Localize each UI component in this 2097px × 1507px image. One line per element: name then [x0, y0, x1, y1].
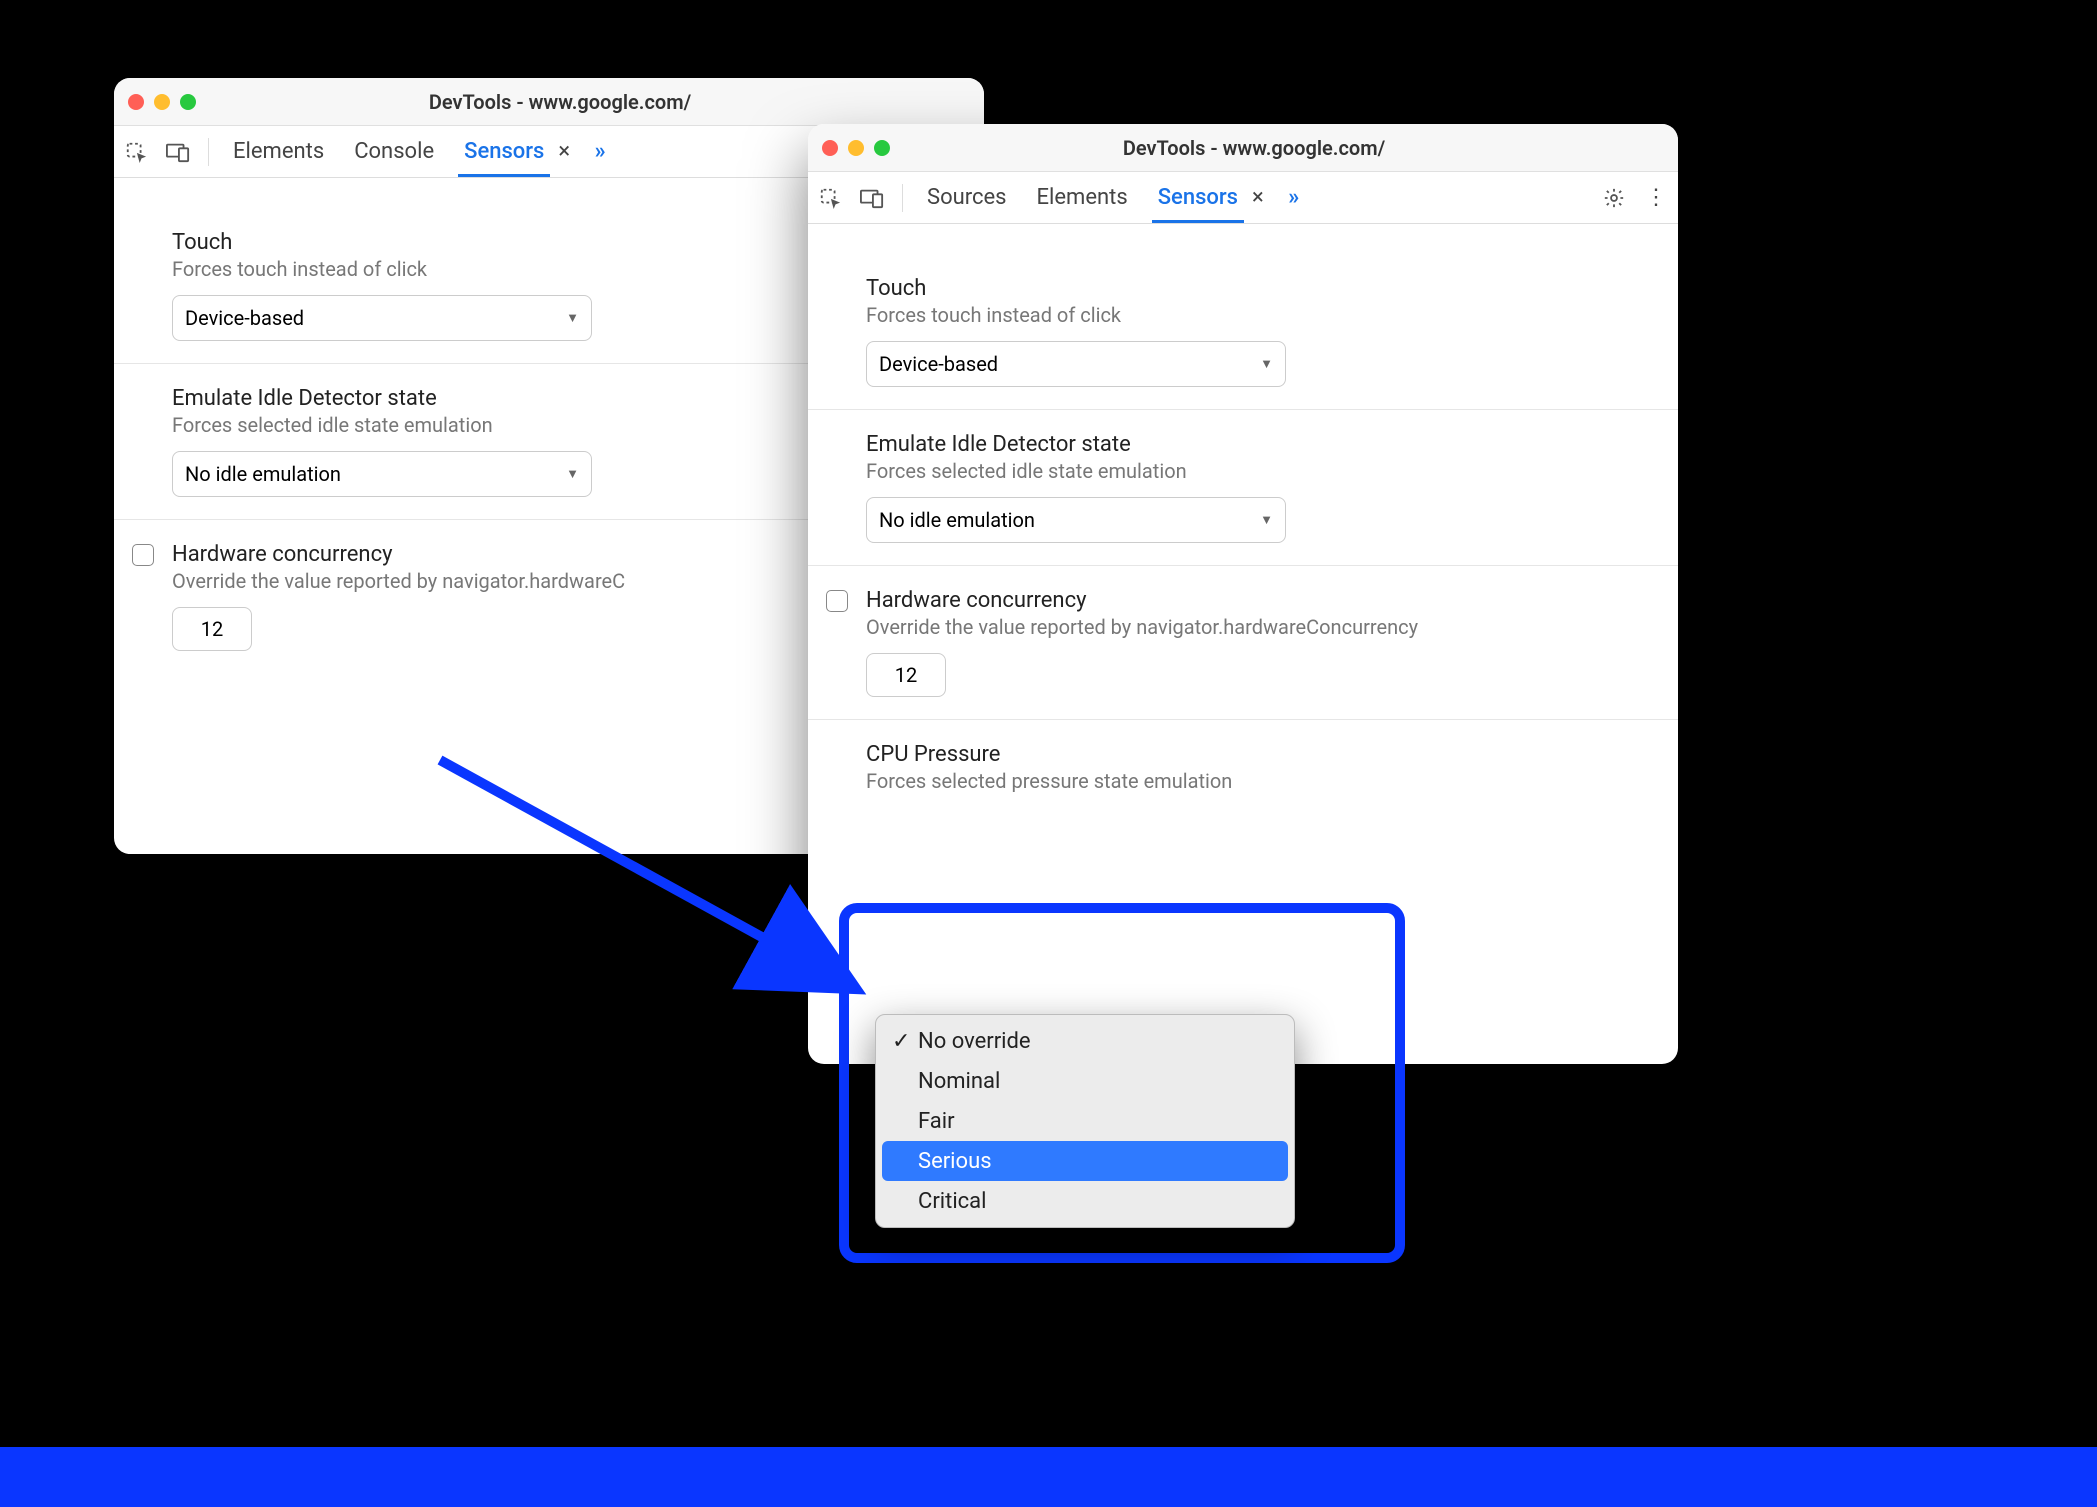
hw-concurrency-input[interactable]: 12	[172, 607, 252, 651]
settings-gear-icon[interactable]	[1602, 186, 1626, 210]
cpu-option-label: No override	[918, 1029, 1031, 1054]
hw-subtitle: Override the value reported by navigator…	[866, 615, 1666, 639]
hw-concurrency-input[interactable]: 12	[866, 653, 946, 697]
cpu-pressure-subtitle: Forces selected pressure state emulation	[866, 769, 1666, 793]
close-tab-icon[interactable]: ×	[1252, 185, 1264, 210]
tab-console[interactable]: Console	[348, 127, 440, 177]
idle-title: Emulate Idle Detector state	[866, 432, 1666, 457]
zoom-window-icon[interactable]	[874, 140, 890, 156]
section-touch: Touch Forces touch instead of click Devi…	[808, 254, 1678, 409]
touch-title: Touch	[866, 276, 1666, 301]
zoom-window-icon[interactable]	[180, 94, 196, 110]
section-idle: Emulate Idle Detector state Forces selec…	[808, 409, 1678, 565]
more-tabs-icon[interactable]: »	[588, 140, 612, 164]
chevron-down-icon: ▼	[566, 310, 579, 326]
tab-sensors[interactable]: Sensors	[1152, 173, 1244, 223]
touch-select-value: Device-based	[879, 352, 998, 376]
idle-select[interactable]: No idle emulation ▼	[172, 451, 592, 497]
window-titlebar: DevTools - www.google.com/	[114, 78, 984, 126]
cpu-option-label: Nominal	[918, 1069, 1000, 1094]
section-hardware-concurrency: Hardware concurrency Override the value …	[808, 565, 1678, 719]
tab-sources[interactable]: Sources	[921, 173, 1013, 223]
section-cpu-pressure: CPU Pressure Forces selected pressure st…	[808, 719, 1678, 829]
sensors-panel: Touch Forces touch instead of click Devi…	[808, 224, 1678, 1064]
traffic-lights	[822, 140, 890, 156]
inspect-icon[interactable]	[124, 140, 148, 164]
close-window-icon[interactable]	[822, 140, 838, 156]
inspect-icon[interactable]	[818, 186, 842, 210]
cpu-option-serious[interactable]: Serious	[882, 1141, 1288, 1181]
idle-select-value: No idle emulation	[879, 508, 1035, 532]
idle-select-value: No idle emulation	[185, 462, 341, 486]
cpu-option-label: Critical	[918, 1189, 987, 1214]
cpu-option-nominal[interactable]: Nominal	[882, 1061, 1288, 1101]
idle-subtitle: Forces selected idle state emulation	[866, 459, 1666, 483]
cpu-option-fair[interactable]: Fair	[882, 1101, 1288, 1141]
cpu-pressure-dropdown: ✓ No override Nominal Fair Serious Criti…	[875, 1014, 1295, 1228]
chevron-down-icon: ▼	[1260, 356, 1273, 372]
touch-select-value: Device-based	[185, 306, 304, 330]
idle-select[interactable]: No idle emulation ▼	[866, 497, 1286, 543]
hw-concurrency-checkbox[interactable]	[132, 544, 154, 566]
tab-elements[interactable]: Elements	[1031, 173, 1134, 223]
close-window-icon[interactable]	[128, 94, 144, 110]
cpu-option-label: Serious	[918, 1149, 992, 1174]
hw-value: 12	[201, 617, 223, 641]
minimize-window-icon[interactable]	[848, 140, 864, 156]
window-titlebar: DevTools - www.google.com/	[808, 124, 1678, 172]
cpu-pressure-title: CPU Pressure	[866, 742, 1666, 767]
devtools-window-right: DevTools - www.google.com/ Sources Eleme…	[808, 124, 1678, 1064]
touch-select[interactable]: Device-based ▼	[172, 295, 592, 341]
toolbar-separator	[208, 138, 209, 166]
callout-arrow-icon	[430, 750, 870, 1010]
device-toggle-icon[interactable]	[860, 186, 884, 210]
window-title: DevTools - www.google.com/	[904, 136, 1664, 160]
cpu-option-no-override[interactable]: ✓ No override	[882, 1021, 1288, 1061]
window-title: DevTools - www.google.com/	[210, 90, 970, 114]
page-bottom-bar	[0, 1447, 2097, 1507]
traffic-lights	[128, 94, 196, 110]
tab-sensors[interactable]: Sensors	[458, 127, 550, 177]
checkmark-icon: ✓	[892, 1029, 910, 1054]
kebab-menu-icon[interactable]: ⋮	[1644, 186, 1668, 210]
toolbar-separator	[902, 184, 903, 212]
devtools-toolbar: Sources Elements Sensors × » ⋮	[808, 172, 1678, 224]
hw-concurrency-checkbox[interactable]	[826, 590, 848, 612]
minimize-window-icon[interactable]	[154, 94, 170, 110]
hw-value: 12	[895, 663, 917, 687]
hw-title: Hardware concurrency	[866, 588, 1666, 613]
more-tabs-icon[interactable]: »	[1282, 186, 1306, 210]
touch-select[interactable]: Device-based ▼	[866, 341, 1286, 387]
chevron-down-icon: ▼	[566, 466, 579, 482]
device-toggle-icon[interactable]	[166, 140, 190, 164]
close-tab-icon[interactable]: ×	[558, 139, 570, 164]
chevron-down-icon: ▼	[1260, 512, 1273, 528]
cpu-option-critical[interactable]: Critical	[882, 1181, 1288, 1221]
tab-elements[interactable]: Elements	[227, 127, 330, 177]
touch-subtitle: Forces touch instead of click	[866, 303, 1666, 327]
cpu-option-label: Fair	[918, 1109, 955, 1134]
